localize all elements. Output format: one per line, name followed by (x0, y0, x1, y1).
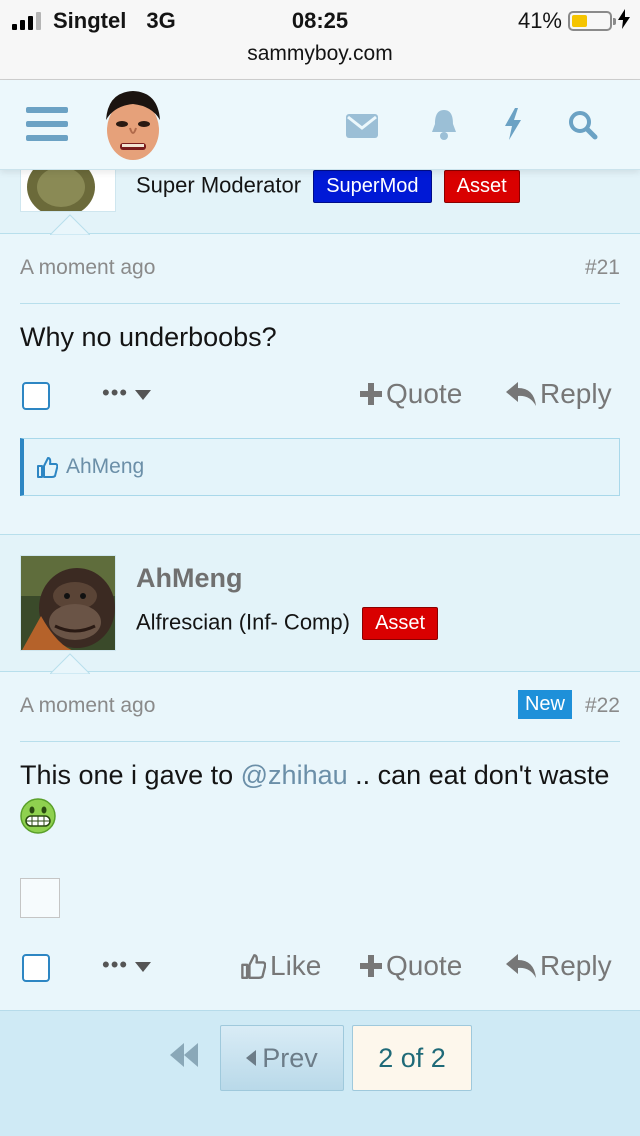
address-bar-url[interactable]: sammyboy.com (0, 42, 640, 66)
user-title: Super Moderator SuperMod Asset (136, 170, 520, 203)
post-time[interactable]: A moment ago (20, 694, 155, 717)
avatar[interactable] (20, 555, 116, 651)
likes-summary: AhMeng (20, 438, 620, 496)
username[interactable]: AhMeng (136, 563, 242, 594)
site-logo[interactable] (100, 86, 166, 164)
like-button[interactable]: Like (240, 950, 321, 982)
current-page-indicator[interactable]: 2 of 2 (352, 1025, 472, 1091)
plus-icon (360, 383, 382, 405)
chevron-left-icon (246, 1050, 257, 1066)
reply-label: Reply (540, 378, 612, 409)
user-title-text: Super Moderator (136, 172, 302, 198)
quote-label: Quote (386, 950, 463, 981)
reply-button[interactable]: Reply (506, 378, 612, 410)
post-message: This one i gave to @zhihau .. can eat do… (20, 754, 620, 838)
asset-badge: Asset (362, 607, 439, 640)
more-dots: ••• (102, 952, 129, 977)
broken-image-placeholder[interactable] (20, 878, 60, 918)
quote-button[interactable]: Quote (360, 950, 462, 982)
charging-icon (618, 8, 630, 34)
reply-icon (506, 954, 536, 978)
prev-page-button[interactable]: Prev (220, 1025, 344, 1091)
chevron-down-icon (135, 390, 152, 400)
more-menu[interactable]: ••• (102, 952, 152, 978)
supermod-badge: SuperMod (313, 170, 432, 203)
more-dots: ••• (102, 380, 129, 405)
battery-info: 41% (518, 8, 630, 34)
message-text-end: .. can eat don't waste (347, 760, 610, 790)
asset-badge: Asset (443, 170, 520, 203)
post-22-header: AhMeng Alfrescian (Inf- Comp) Asset (0, 534, 640, 674)
more-menu[interactable]: ••• (102, 380, 152, 406)
post-number[interactable]: #21 (585, 256, 620, 280)
post-actions: ••• Quote Reply (20, 378, 620, 418)
battery-icon (568, 11, 616, 31)
quote-button[interactable]: Quote (360, 378, 462, 410)
post-pointer (50, 214, 90, 235)
user-title: Alfrescian (Inf- Comp) Asset (136, 607, 439, 640)
user-title-text: Alfrescian (Inf- Comp) (136, 609, 350, 635)
lightning-icon[interactable] (504, 108, 522, 145)
app-header (0, 80, 640, 170)
avatar[interactable] (20, 170, 116, 212)
thumbs-up-icon (241, 954, 266, 979)
chevron-down-icon (135, 962, 152, 972)
post-meta: A moment ago #21 (20, 256, 620, 304)
status-bar: Singtel 3G 08:25 41% sammyboy.com (0, 0, 640, 80)
page-navigation: Prev 2 of 2 (0, 1010, 640, 1136)
battery-percent: 41% (517, 8, 562, 33)
like-label: Like (270, 950, 322, 981)
post-meta: A moment ago New #22 (20, 690, 620, 742)
hamburger-menu-icon[interactable] (26, 107, 68, 141)
post-time[interactable]: A moment ago (20, 256, 155, 279)
first-page-icon[interactable] (170, 1043, 198, 1072)
new-badge: New (517, 690, 572, 719)
search-icon[interactable] (568, 110, 598, 145)
message-text-start: This one i gave to (20, 760, 241, 790)
select-checkbox[interactable] (22, 382, 50, 410)
post-message: Why no underboobs? (20, 322, 277, 352)
post-pointer (50, 653, 90, 674)
bell-icon[interactable] (430, 108, 458, 145)
plus-icon (360, 955, 382, 977)
prev-label: Prev (262, 1042, 318, 1073)
liked-by-user[interactable]: AhMeng (66, 455, 144, 479)
reply-icon (506, 382, 536, 406)
post-22: AhMeng Alfrescian (Inf- Comp) Asset A mo… (0, 534, 640, 1010)
thread-content: Super Moderator SuperMod Asset A moment … (0, 170, 640, 1136)
user-mention-link[interactable]: @zhihau (241, 760, 348, 790)
select-checkbox[interactable] (22, 954, 50, 982)
reply-label: Reply (540, 950, 612, 981)
grin-emoji-icon (20, 798, 56, 834)
quote-label: Quote (386, 378, 463, 409)
post-number[interactable]: #22 (585, 694, 620, 718)
envelope-icon[interactable] (346, 114, 378, 143)
post-actions: ••• Like Quote Reply (20, 950, 620, 990)
reply-button[interactable]: Reply (506, 950, 612, 982)
post-21-header: Super Moderator SuperMod Asset (0, 170, 640, 235)
post-21: Super Moderator SuperMod Asset A moment … (0, 170, 640, 520)
thumbs-up-icon (37, 457, 58, 478)
